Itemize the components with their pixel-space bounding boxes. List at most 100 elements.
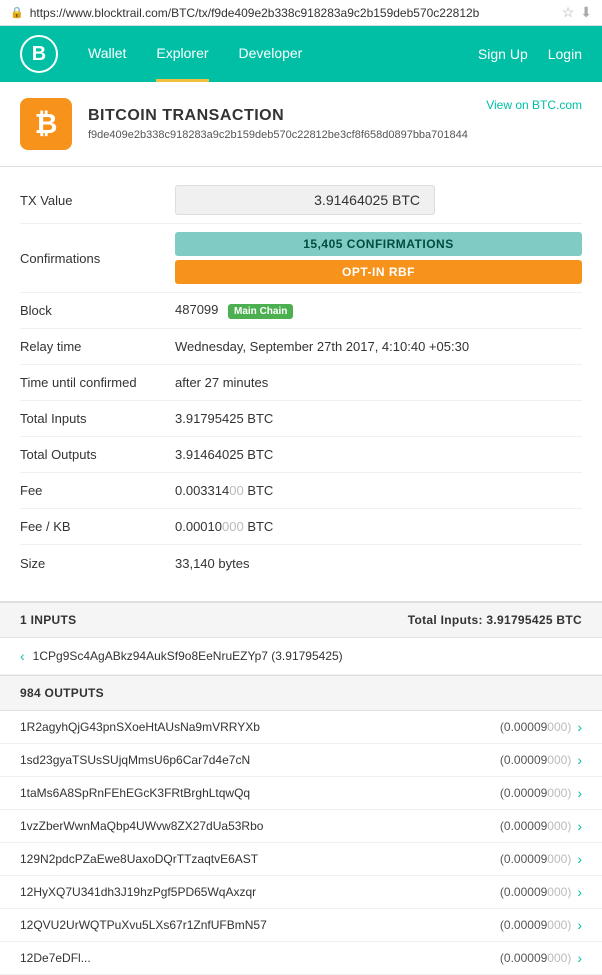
- fee-zeros: 00: [229, 483, 243, 498]
- total-inputs-row: Total Inputs 3.91795425 BTC: [20, 401, 582, 437]
- fee-kb-row: Fee / KB 0.00010000 BTC: [20, 509, 582, 545]
- details-table: TX Value 3.91464025 BTC Confirmations 15…: [0, 167, 602, 602]
- confirmations-row: Confirmations 15,405 CONFIRMATIONS OPT-I…: [20, 224, 582, 293]
- star-icon[interactable]: ☆: [562, 4, 575, 21]
- time-confirmed-value: after 27 minutes: [175, 375, 582, 390]
- nav-wallet[interactable]: Wallet: [88, 27, 126, 82]
- lock-icon: 🔒: [10, 6, 24, 19]
- output-amount-0: (0.00009000): [500, 720, 571, 734]
- download-icon[interactable]: ⬇: [580, 4, 592, 21]
- chevron-right-icon-1[interactable]: ›: [577, 752, 582, 768]
- input-address[interactable]: 1CPg9Sc4AgABkz94AukSf9o8EeNruEZYp7 (3.91…: [33, 649, 343, 663]
- outputs-header-label: 984 OUTPUTS: [20, 686, 104, 700]
- chevron-left-icon: ‹: [20, 648, 25, 664]
- fee-kb-suffix: BTC: [244, 519, 274, 534]
- total-outputs-label: Total Outputs: [20, 447, 175, 462]
- outputs-section-header: 984 OUTPUTS: [0, 675, 602, 711]
- output-address-7[interactable]: 12De7eDFl...: [20, 951, 500, 965]
- nav-links: Wallet Explorer Developer: [88, 27, 478, 82]
- output-zeros-4: 000): [547, 852, 571, 866]
- output-amount-4: (0.00009000): [500, 852, 571, 866]
- transaction-header: ₿ BITCOIN TRANSACTION f9de409e2b338c9182…: [0, 82, 602, 167]
- output-list: 1R2agyhQjG43pnSXoeHtAUsNa9mVRRYXb (0.000…: [0, 711, 602, 975]
- chevron-right-icon-6[interactable]: ›: [577, 917, 582, 933]
- fee-kb-amount: 0.00010: [175, 519, 222, 534]
- chevron-right-icon-2[interactable]: ›: [577, 785, 582, 801]
- output-address-0[interactable]: 1R2agyhQjG43pnSXoeHtAUsNa9mVRRYXb: [20, 720, 500, 734]
- inputs-header-label: 1 INPUTS: [20, 613, 76, 627]
- block-row: Block 487099 Main Chain: [20, 293, 582, 329]
- total-outputs-row: Total Outputs 3.91464025 BTC: [20, 437, 582, 473]
- block-number: 487099: [175, 302, 218, 317]
- total-outputs-value: 3.91464025 BTC: [175, 447, 582, 462]
- relay-time-row: Relay time Wednesday, September 27th 201…: [20, 329, 582, 365]
- nav-explorer[interactable]: Explorer: [156, 27, 208, 82]
- output-address-2[interactable]: 1taMs6A8SpRnFEhEGcK3FRtBrghLtqwQq: [20, 786, 500, 800]
- time-confirmed-label: Time until confirmed: [20, 375, 175, 390]
- total-inputs-label: Total Inputs: [20, 411, 175, 426]
- fee-kb-label: Fee / KB: [20, 519, 175, 534]
- output-item: 1taMs6A8SpRnFEhEGcK3FRtBrghLtqwQq (0.000…: [0, 777, 602, 810]
- output-address-4[interactable]: 129N2pdcPZaEwe8UaxoDQrTTzaqtvE6AST: [20, 852, 500, 866]
- fee-value: 0.00331400 BTC: [175, 483, 582, 498]
- chevron-right-icon-4[interactable]: ›: [577, 851, 582, 867]
- view-on-btc-link[interactable]: View on BTC.com: [486, 98, 582, 112]
- size-label: Size: [20, 556, 175, 571]
- fee-kb-value: 0.00010000 BTC: [175, 519, 582, 534]
- relay-time-value: Wednesday, September 27th 2017, 4:10:40 …: [175, 339, 582, 354]
- btc-icon: ₿: [20, 98, 72, 150]
- output-zeros-0: 000): [547, 720, 571, 734]
- confirmations-label: Confirmations: [20, 251, 175, 266]
- login-link[interactable]: Login: [548, 46, 582, 62]
- nav-developer[interactable]: Developer: [239, 27, 303, 82]
- output-address-1[interactable]: 1sd23gyaTSUsSUjqMmsU6p6Car7d4e7cN: [20, 753, 500, 767]
- output-item: 12QVU2UrWQTPuXvu5LXs67r1ZnfUFBmN57 (0.00…: [0, 909, 602, 942]
- url-text: https://www.blocktrail.com/BTC/tx/f9de40…: [30, 6, 556, 20]
- tx-title-block: BITCOIN TRANSACTION f9de409e2b338c918283…: [88, 107, 470, 141]
- output-item: 12HyXQ7U341dh3J19hzPgf5PD65WqAxzqr (0.00…: [0, 876, 602, 909]
- relay-time-label: Relay time: [20, 339, 175, 354]
- tx-value-box: 3.91464025 BTC: [175, 185, 435, 215]
- output-address-5[interactable]: 12HyXQ7U341dh3J19hzPgf5PD65WqAxzqr: [20, 885, 500, 899]
- tx-value-row: TX Value 3.91464025 BTC: [20, 177, 582, 224]
- output-item: 12De7eDFl... (0.00009000) ›: [0, 942, 602, 975]
- chevron-right-icon-0[interactable]: ›: [577, 719, 582, 735]
- output-zeros-5: 000): [547, 885, 571, 899]
- output-amount-5: (0.00009000): [500, 885, 571, 899]
- output-zeros-3: 000): [547, 819, 571, 833]
- chevron-right-icon-7[interactable]: ›: [577, 950, 582, 966]
- tx-value-value: 3.91464025 BTC: [175, 185, 582, 215]
- confirmations-badge: 15,405 CONFIRMATIONS: [175, 232, 582, 256]
- output-amount-2: (0.00009000): [500, 786, 571, 800]
- fee-label: Fee: [20, 483, 175, 498]
- fee-amount: 0.003314: [175, 483, 229, 498]
- output-amount-3: (0.00009000): [500, 819, 571, 833]
- sign-up-link[interactable]: Sign Up: [478, 46, 528, 62]
- top-nav: B Wallet Explorer Developer Sign Up Logi…: [0, 26, 602, 82]
- output-zeros-7: 000): [547, 951, 571, 965]
- output-zeros-2: 000): [547, 786, 571, 800]
- auth-links: Sign Up Login: [478, 46, 582, 62]
- output-item: 1vzZberWwnMaQbp4UWvw8ZX27dUa53Rbo (0.000…: [0, 810, 602, 843]
- output-item: 129N2pdcPZaEwe8UaxoDQrTTzaqtvE6AST (0.00…: [0, 843, 602, 876]
- fee-suffix: BTC: [244, 483, 274, 498]
- output-zeros-1: 000): [547, 753, 571, 767]
- block-label: Block: [20, 303, 175, 318]
- output-amount-1: (0.00009000): [500, 753, 571, 767]
- inputs-total-label: Total Inputs: 3.91795425 BTC: [408, 613, 582, 627]
- chevron-right-icon-3[interactable]: ›: [577, 818, 582, 834]
- output-address-6[interactable]: 12QVU2UrWQTPuXvu5LXs67r1ZnfUFBmN57: [20, 918, 500, 932]
- logo[interactable]: B: [20, 35, 58, 73]
- total-inputs-value: 3.91795425 BTC: [175, 411, 582, 426]
- output-address-3[interactable]: 1vzZberWwnMaQbp4UWvw8ZX27dUa53Rbo: [20, 819, 500, 833]
- output-item: 1sd23gyaTSUsSUjqMmsU6p6Car7d4e7cN (0.000…: [0, 744, 602, 777]
- chevron-right-icon-5[interactable]: ›: [577, 884, 582, 900]
- fee-row: Fee 0.00331400 BTC: [20, 473, 582, 509]
- inputs-section-header: 1 INPUTS Total Inputs: 3.91795425 BTC: [0, 602, 602, 638]
- time-confirmed-row: Time until confirmed after 27 minutes: [20, 365, 582, 401]
- tx-hash: f9de409e2b338c918283a9c2b159deb570c22812…: [88, 129, 470, 141]
- output-item: 1R2agyhQjG43pnSXoeHtAUsNa9mVRRYXb (0.000…: [0, 711, 602, 744]
- output-amount-7: (0.00009000): [500, 951, 571, 965]
- confirmations-col: 15,405 CONFIRMATIONS OPT-IN RBF: [175, 232, 582, 284]
- tx-title: BITCOIN TRANSACTION: [88, 107, 470, 125]
